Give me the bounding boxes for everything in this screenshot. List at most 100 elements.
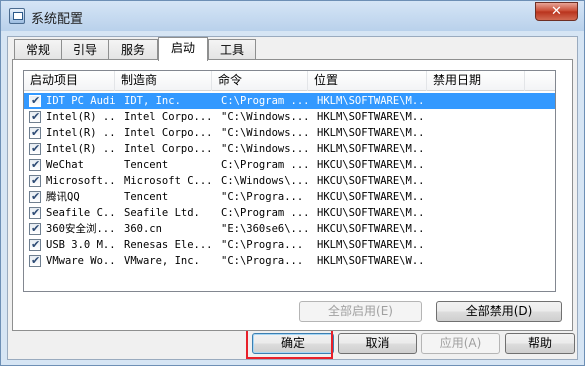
date-disabled-cell — [435, 157, 525, 173]
location-cell: HKCU\SOFTWARE\M... — [317, 175, 427, 187]
table-row[interactable]: 腾讯QQ Tencent "C:\Progra... HKCU\SOFTWARE\M.… — [24, 189, 555, 205]
table-row[interactable]: Intel(R) ... Intel Corpo... "C:\Windows...… — [24, 125, 555, 141]
startup-item-name: Seafile C... — [46, 207, 116, 219]
manufacturer-cell: Intel Corpo... — [124, 143, 210, 155]
startup-item-name: WeChat — [46, 159, 84, 171]
startup-item-checkbox[interactable] — [29, 141, 41, 157]
manufacturer-cell: Intel Corpo... — [124, 111, 210, 123]
msconfig-app-icon — [9, 8, 25, 24]
location-cell: HKCU\SOFTWARE\M... — [317, 159, 427, 171]
location-cell: HKCU\SOFTWARE\M... — [317, 207, 427, 219]
dialog-content: 常规 引导 服务 启动 工具 启动项目 制造商 命令 位置 禁用日期 IDT P… — [7, 36, 578, 360]
tab-services[interactable]: 服务 — [108, 39, 158, 60]
tab-boot[interactable]: 引导 — [61, 39, 109, 60]
startup-item-checkbox[interactable] — [29, 253, 41, 269]
startup-tab-panel: 启动项目 制造商 命令 位置 禁用日期 IDT PC Audio IDT, Inc… — [12, 59, 573, 331]
command-cell: C:\Program ... — [221, 207, 307, 219]
startup-item-checkbox[interactable] — [29, 125, 41, 141]
startup-item-name: 360安全浏... — [46, 223, 116, 235]
location-cell: HKLM\SOFTWARE\M... — [317, 111, 427, 123]
ok-button[interactable]: 确定 — [252, 333, 334, 354]
location-cell: HKLM\SOFTWARE\W... — [317, 255, 427, 267]
location-cell: HKLM\SOFTWARE\M... — [317, 239, 427, 251]
command-cell: C:\Program ... — [221, 159, 307, 171]
table-row[interactable]: Intel(R) ... Intel Corpo... "C:\Windows...… — [24, 141, 555, 157]
location-cell: HKCU\SOFTWARE\M... — [317, 223, 427, 235]
column-header-location[interactable]: 位置 — [308, 71, 427, 91]
manufacturer-cell: VMware, Inc. — [124, 255, 200, 267]
manufacturer-cell: Renesas Ele... — [124, 239, 210, 251]
date-disabled-cell — [435, 173, 525, 189]
close-button[interactable]: ✕ — [535, 2, 578, 21]
manufacturer-cell: Microsoft C... — [124, 175, 210, 187]
command-cell: "E:\360se6\... — [221, 223, 307, 235]
command-cell: "C:\Progra... — [221, 191, 304, 203]
table-row[interactable]: Seafile C... Seafile Ltd. C:\Program ... HK… — [24, 205, 555, 221]
title-bar[interactable]: 系统配置 ✕ — [1, 1, 584, 31]
startup-item-name: IDT PC Audio — [46, 95, 116, 107]
system-configuration-window: 系统配置 ✕ 常规 引导 服务 启动 工具 启动项目 制造商 命令 位置 禁用日… — [0, 0, 585, 366]
location-cell: HKLM\SOFTWARE\M... — [317, 95, 427, 107]
date-disabled-cell — [435, 109, 525, 125]
manufacturer-cell: Seafile Ltd. — [124, 207, 200, 219]
command-cell: C:\Windows\... — [221, 175, 307, 187]
disable-all-button[interactable]: 全部禁用(D) — [436, 301, 562, 322]
command-cell: "C:\Progra... — [221, 255, 304, 267]
date-disabled-cell — [435, 237, 525, 253]
startup-item-name: Microsoft... — [46, 175, 116, 187]
enable-all-button[interactable]: 全部启用(E) — [299, 301, 422, 322]
startup-item-checkbox[interactable] — [29, 237, 41, 253]
column-header-date-disabled[interactable]: 禁用日期 — [427, 71, 525, 91]
startup-item-checkbox[interactable] — [29, 189, 41, 205]
location-cell: HKCU\SOFTWARE\M... — [317, 191, 427, 203]
column-header-command[interactable]: 命令 — [212, 71, 308, 91]
table-row[interactable]: USB 3.0 M... Renesas Ele... "C:\Progra... H… — [24, 237, 555, 253]
startup-item-checkbox[interactable] — [29, 173, 41, 189]
column-header-manufacturer[interactable]: 制造商 — [115, 71, 212, 91]
startup-item-checkbox[interactable] — [29, 221, 41, 237]
date-disabled-cell — [435, 205, 525, 221]
manufacturer-cell: 360.cn — [124, 223, 162, 235]
tab-general[interactable]: 常规 — [14, 39, 62, 60]
date-disabled-cell — [435, 189, 525, 205]
table-row[interactable]: Intel(R) ... Intel Corpo... "C:\Windows...… — [24, 109, 555, 125]
command-cell: C:\Program ... — [221, 95, 307, 107]
location-cell: HKLM\SOFTWARE\M... — [317, 143, 427, 155]
table-row[interactable]: 360安全浏... 360.cn "E:\360se6\... HKCU\SOFTWA… — [24, 221, 555, 237]
table-row[interactable]: WeChat Tencent C:\Program ... HKCU\SOFTWARE… — [24, 157, 555, 173]
startup-item-checkbox[interactable] — [29, 109, 41, 125]
manufacturer-cell: Tencent — [124, 159, 169, 171]
table-row[interactable]: VMware Wo... VMware, Inc. "C:\Progra... HKL… — [24, 253, 555, 269]
startup-item-name: Intel(R) ... — [46, 143, 116, 155]
column-header-startup-item[interactable]: 启动项目 — [24, 71, 115, 91]
apply-button[interactable]: 应用(A) — [421, 333, 500, 354]
table-row[interactable]: Microsoft... Microsoft C... C:\Windows\...… — [24, 173, 555, 189]
command-cell: "C:\Progra... — [221, 239, 304, 251]
command-cell: "C:\Windows... — [221, 127, 307, 139]
startup-item-name: Intel(R) ... — [46, 127, 116, 139]
startup-items-list[interactable]: 启动项目 制造商 命令 位置 禁用日期 IDT PC Audio IDT, Inc… — [23, 70, 556, 292]
date-disabled-cell — [435, 125, 525, 141]
startup-item-name: USB 3.0 M... — [46, 239, 116, 251]
date-disabled-cell — [435, 253, 525, 269]
startup-item-name: 腾讯QQ — [46, 191, 80, 203]
date-disabled-cell — [435, 93, 525, 109]
list-header: 启动项目 制造商 命令 位置 禁用日期 — [24, 71, 555, 91]
date-disabled-cell — [435, 141, 525, 157]
startup-item-name: VMware Wo... — [46, 255, 116, 267]
help-button[interactable]: 帮助 — [505, 333, 575, 354]
date-disabled-cell — [435, 221, 525, 237]
tab-startup[interactable]: 启动 — [158, 37, 208, 61]
manufacturer-cell: Intel Corpo... — [124, 127, 210, 139]
command-cell: "C:\Windows... — [221, 143, 307, 155]
startup-item-checkbox[interactable] — [29, 93, 41, 109]
tab-tools[interactable]: 工具 — [208, 39, 256, 60]
table-row[interactable]: IDT PC Audio IDT, Inc. C:\Program ... HKLM\… — [24, 93, 555, 109]
cancel-button[interactable]: 取消 — [338, 333, 417, 354]
startup-item-name: Intel(R) ... — [46, 111, 116, 123]
startup-item-checkbox[interactable] — [29, 157, 41, 173]
window-title: 系统配置 — [31, 12, 84, 27]
manufacturer-cell: IDT, Inc. — [124, 95, 181, 107]
startup-item-checkbox[interactable] — [29, 205, 41, 221]
manufacturer-cell: Tencent — [124, 191, 169, 203]
